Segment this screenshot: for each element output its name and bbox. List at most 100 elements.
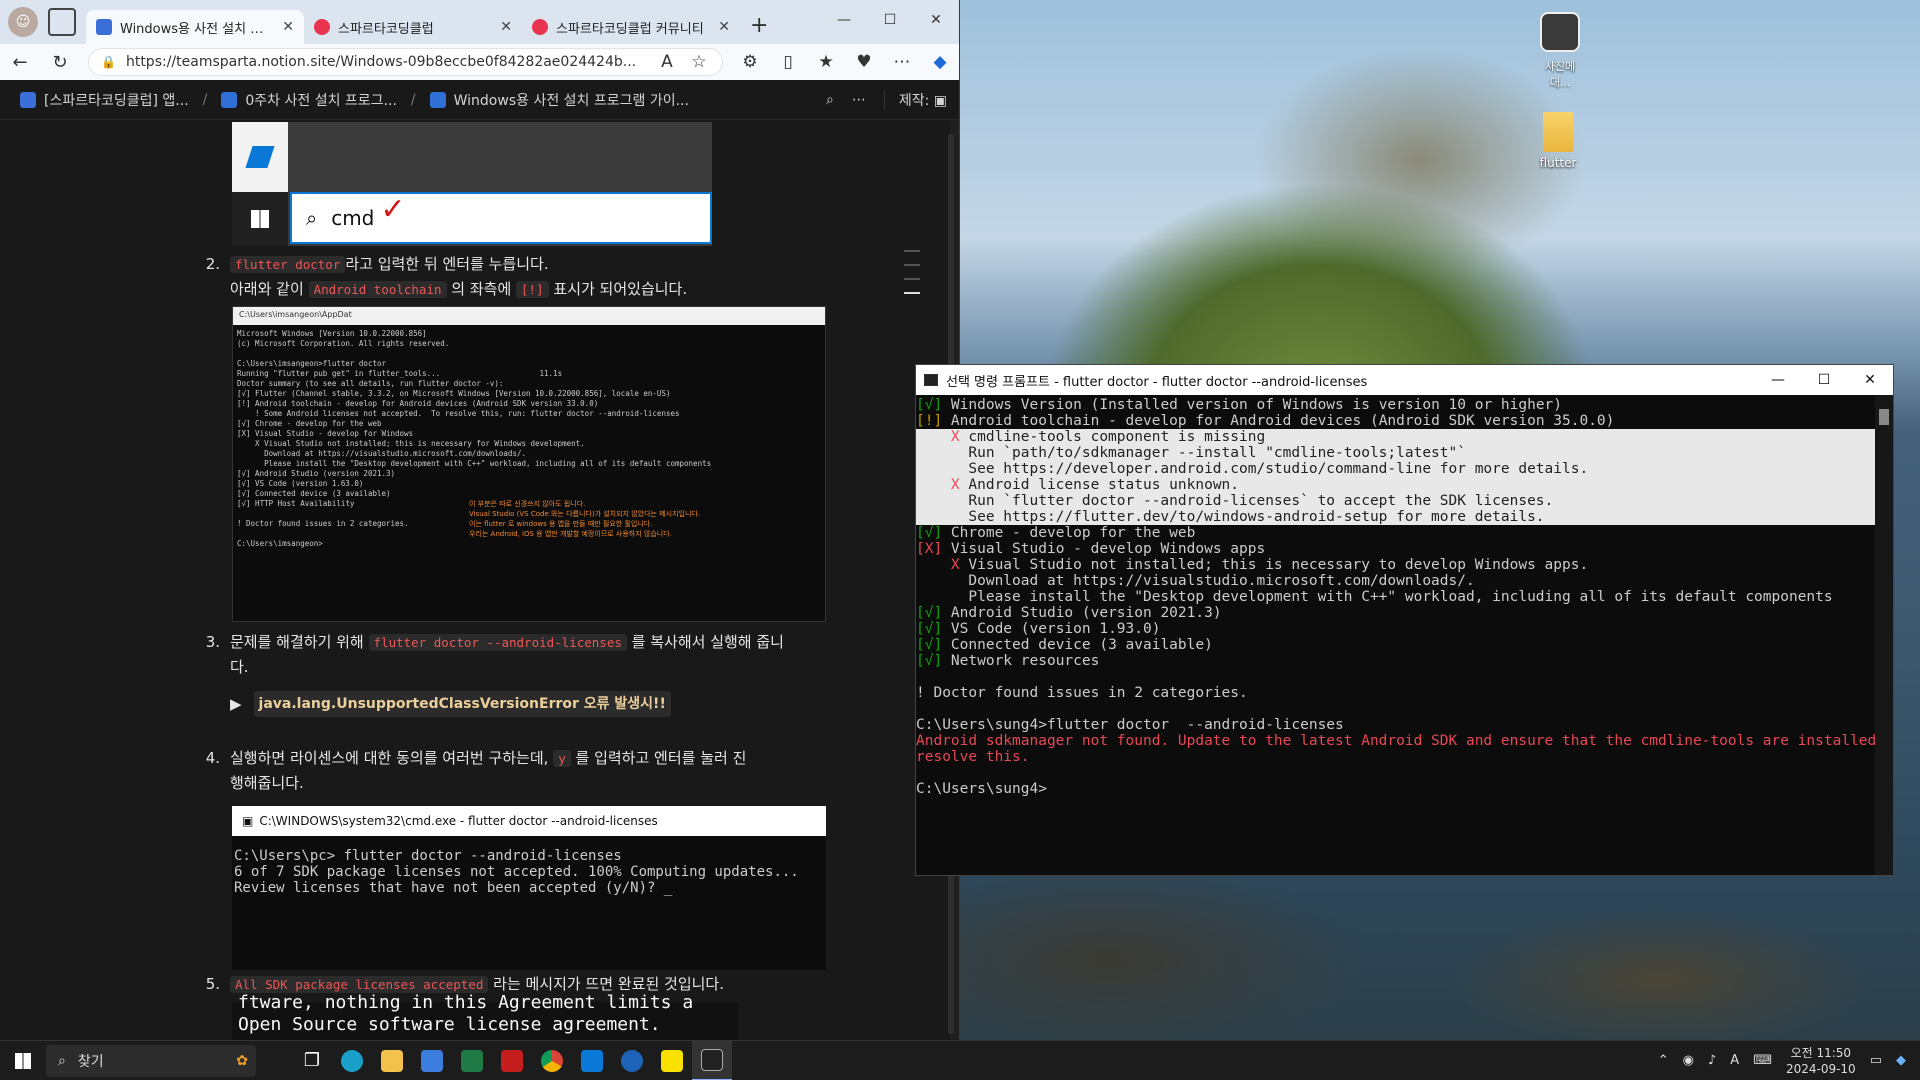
- cmd-line-text: See https://flutter.dev/to/windows-andro…: [916, 509, 1545, 525]
- tab-windows-guide[interactable]: Windows용 사전 설치 프로그 ✕: [86, 10, 304, 44]
- new-tab-button[interactable]: +: [750, 13, 768, 38]
- start-button[interactable]: [0, 1041, 46, 1080]
- minimize-icon[interactable]: —: [1755, 372, 1801, 388]
- maker-label[interactable]: 제작: ▣: [883, 89, 947, 110]
- windows-logo-icon: [232, 192, 288, 246]
- cmd-line: Android sdkmanager not found. Update to …: [916, 733, 1875, 749]
- cmd-line-text: ! Doctor found issues in 2 categories.: [916, 685, 1248, 701]
- edge-icon[interactable]: [332, 1041, 372, 1080]
- extensions-icon[interactable]: ⚙: [739, 52, 761, 72]
- desktop-shortcut-corner[interactable]: 사진에 대...: [1520, 12, 1600, 90]
- wallpaper-rocks: [960, 870, 1920, 1040]
- profile-avatar[interactable]: ☺: [8, 7, 38, 37]
- url-field[interactable]: 🔒 https://teamsparta.notion.site/Windows…: [88, 48, 723, 76]
- status-marker: [X]: [916, 541, 943, 557]
- clock[interactable]: 오전 11:50 2024-09-10: [1786, 1045, 1856, 1077]
- windows-logo-icon: [15, 1052, 31, 1069]
- more-options-icon[interactable]: ⋯: [852, 92, 866, 108]
- back-icon[interactable]: ←: [8, 52, 32, 73]
- screenshot-flutter-doctor[interactable]: C:\Users\imsangeon\AppDat Microsoft Wind…: [232, 306, 826, 622]
- breadcrumb-week0[interactable]: 0주차 사전 설치 프로그...: [221, 90, 397, 110]
- tab-actions-icon[interactable]: [48, 8, 76, 36]
- screenshot-android-licenses[interactable]: ▣ C:\WINDOWS\system32\cmd.exe - flutter d…: [232, 806, 826, 970]
- search-highlight-icon: ✿: [236, 1052, 248, 1069]
- search-icon[interactable]: ⌕: [826, 92, 834, 108]
- acrobat-icon[interactable]: [492, 1041, 532, 1080]
- cmd-line-text: Run `path/to/sdkmanager --install "cmdli…: [916, 445, 1466, 461]
- keyboard-icon[interactable]: ⌨: [1753, 1053, 1772, 1068]
- cmd-line-text: Run `flutter doctor --android-licenses` …: [916, 493, 1554, 509]
- cmd-icon: [924, 374, 938, 386]
- step-text: 를 입력하고 엔터를 눌러 진: [575, 749, 747, 767]
- cmd-line-text: Windows Version (Installed version of Wi…: [942, 397, 1563, 413]
- close-tab-icon[interactable]: ✕: [282, 19, 294, 35]
- close-window-icon[interactable]: ✕: [1847, 372, 1893, 388]
- desktop-folder-flutter[interactable]: flutter: [1530, 112, 1586, 170]
- store-icon[interactable]: [412, 1041, 452, 1080]
- volume-icon[interactable]: ♪: [1708, 1053, 1716, 1068]
- check-mark-icon: ✓: [380, 191, 406, 227]
- terminal-icon[interactable]: [692, 1040, 732, 1080]
- inline-code: Android toolchain: [308, 281, 447, 298]
- breadcrumb-root[interactable]: [스파르타코딩클럽] 앱...: [20, 90, 189, 110]
- cmd-line: C:\Users\sung4>flutter doctor --android-…: [916, 717, 1875, 733]
- taskbar-search[interactable]: ⌕ 찾기 ✿: [46, 1044, 256, 1077]
- favorites-icon[interactable]: ★: [815, 52, 837, 72]
- copilot-icon[interactable]: ◆: [1896, 1053, 1906, 1068]
- tab-title: Windows용 사전 설치 프로그: [120, 21, 275, 37]
- toggle-triangle-icon[interactable]: ▶: [230, 692, 242, 716]
- close-tab-icon[interactable]: ✕: [500, 19, 512, 35]
- screenshot-title: C:\WINDOWS\system32\cmd.exe - flutter do…: [259, 814, 658, 828]
- cmd-titlebar[interactable]: 선택 명령 프롬프트 - flutter doctor - flutter do…: [916, 365, 1893, 395]
- cmd-window: 선택 명령 프롬프트 - flutter doctor - flutter do…: [915, 364, 1894, 876]
- network-icon[interactable]: ◉: [1683, 1053, 1694, 1068]
- step-text: 라는 메시지가 뜨면 완료된 것입니다.: [493, 975, 724, 993]
- screenshot-license-text: ftware, nothing in this Agreement limits…: [232, 992, 738, 1040]
- chrome-icon[interactable]: [532, 1041, 572, 1080]
- cmd-line: ! Doctor found issues in 2 categories.: [916, 685, 1875, 701]
- step-number: 4.: [205, 749, 220, 767]
- camera-app-icon: [1540, 12, 1580, 52]
- cmd-line: [√] Windows Version (Installed version o…: [916, 397, 1875, 413]
- excel-icon[interactable]: [452, 1041, 492, 1080]
- close-tab-icon[interactable]: ✕: [718, 19, 730, 35]
- minimize-icon[interactable]: —: [821, 0, 867, 40]
- cmd-icon: ▣: [242, 814, 254, 828]
- table-of-contents-indicator[interactable]: [904, 250, 920, 306]
- step-text: 를 복사해서 실행해 줍니: [631, 633, 784, 651]
- file-explorer-icon[interactable]: [372, 1041, 412, 1080]
- read-aloud-icon[interactable]: A: [656, 52, 678, 72]
- browser-essentials-icon[interactable]: ♥: [853, 52, 875, 72]
- kakaotalk-icon[interactable]: [652, 1041, 692, 1080]
- notification-icon[interactable]: ▭: [1870, 1053, 1882, 1068]
- more-menu-icon[interactable]: ⋯: [891, 52, 913, 72]
- vscode-icon[interactable]: [572, 1041, 612, 1080]
- ime-indicator[interactable]: A: [1730, 1053, 1739, 1068]
- cmd-scrollbar[interactable]: [1875, 395, 1893, 875]
- cmd-line-text: Network resources: [942, 653, 1100, 669]
- tab-title: 스파르타코딩클럽 커뮤니티: [556, 21, 704, 37]
- breadcrumb-current[interactable]: Windows용 사전 설치 프로그램 가이...: [429, 90, 689, 110]
- maximize-icon[interactable]: ☐: [867, 0, 913, 40]
- maximize-icon[interactable]: ☐: [1801, 372, 1847, 388]
- favorite-star-icon[interactable]: ☆: [688, 52, 710, 72]
- status-marker: X: [916, 429, 960, 445]
- chevron-up-icon[interactable]: ⌃: [1658, 1053, 1669, 1068]
- copilot-icon[interactable]: ◆: [929, 52, 951, 72]
- cmd-line-text: See https://developer.android.com/studio…: [916, 461, 1589, 477]
- cmd-output[interactable]: [√] Windows Version (Installed version o…: [916, 395, 1875, 875]
- close-window-icon[interactable]: ✕: [913, 0, 959, 40]
- page-icon: [429, 91, 446, 108]
- inline-code: y: [553, 750, 571, 767]
- folder-icon: [1543, 112, 1573, 152]
- tab-sparta[interactable]: 스파르타코딩클럽 ✕: [304, 10, 522, 44]
- lock-icon[interactable]: 🔒: [101, 55, 116, 69]
- bitwarden-icon[interactable]: [612, 1041, 652, 1080]
- toggle-block[interactable]: ▶ java.lang.UnsupportedClassVersionError…: [230, 691, 784, 717]
- task-view-icon[interactable]: ❐: [292, 1041, 332, 1080]
- tab-sparta-community[interactable]: 스파르타코딩클럽 커뮤니티 ✕: [522, 10, 740, 44]
- split-screen-icon[interactable]: ▯: [777, 52, 799, 72]
- refresh-icon[interactable]: ↻: [48, 52, 72, 73]
- cmd-line-text: resolve this.: [916, 749, 1030, 765]
- status-marker: [√]: [916, 397, 943, 413]
